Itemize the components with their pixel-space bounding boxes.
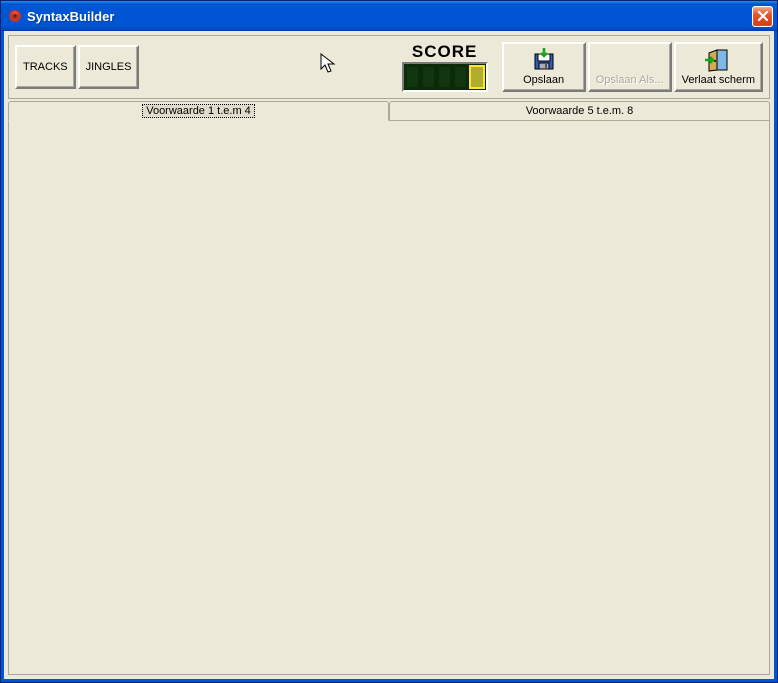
close-icon [757,10,769,22]
exit-door-icon [705,48,731,72]
exit-button[interactable]: Verlaat scherm [674,42,763,92]
app-icon [7,8,23,24]
save-as-label: Opslaan Als... [596,74,664,86]
close-button[interactable] [752,6,773,27]
score-display [402,62,488,92]
score-panel: SCORE [402,42,488,92]
tab2-label: Voorwaarde 5 t.e.m. 8 [526,105,634,117]
tab1-label: Voorwaarde 1 t.e.m 4 [142,104,255,118]
jingles-label: JINGLES [86,61,132,73]
toolbar: TRACKS JINGLES SCORE [8,35,770,99]
tab-strip: Voorwaarde 1 t.e.m 4 Voorwaarde 5 t.e.m.… [8,101,770,121]
tracks-label: TRACKS [23,61,68,73]
score-digit [421,65,436,89]
score-digit [453,65,468,89]
save-as-button[interactable]: Opslaan Als... [588,42,672,92]
score-digit [469,65,484,89]
tracks-button[interactable]: TRACKS [15,45,76,89]
tab-voorwaarde-1-4[interactable]: Voorwaarde 1 t.e.m 4 [8,101,389,121]
tab-voorwaarde-5-8[interactable]: Voorwaarde 5 t.e.m. 8 [389,101,770,121]
score-title: SCORE [412,42,477,62]
exit-label: Verlaat scherm [682,74,755,86]
jingles-button[interactable]: JINGLES [78,45,140,89]
titlebar[interactable]: SyntaxBuilder [1,1,777,31]
save-button[interactable]: Opslaan [502,42,586,92]
score-digit [405,65,420,89]
window-title: SyntaxBuilder [27,9,752,24]
score-digit [437,65,452,89]
client-area: TRACKS JINGLES SCORE [1,31,777,682]
app-window: SyntaxBuilder TRACKS JINGLES [0,0,778,683]
tab-content-area [8,121,770,675]
save-label: Opslaan [523,74,564,86]
floppy-icon [532,48,556,72]
